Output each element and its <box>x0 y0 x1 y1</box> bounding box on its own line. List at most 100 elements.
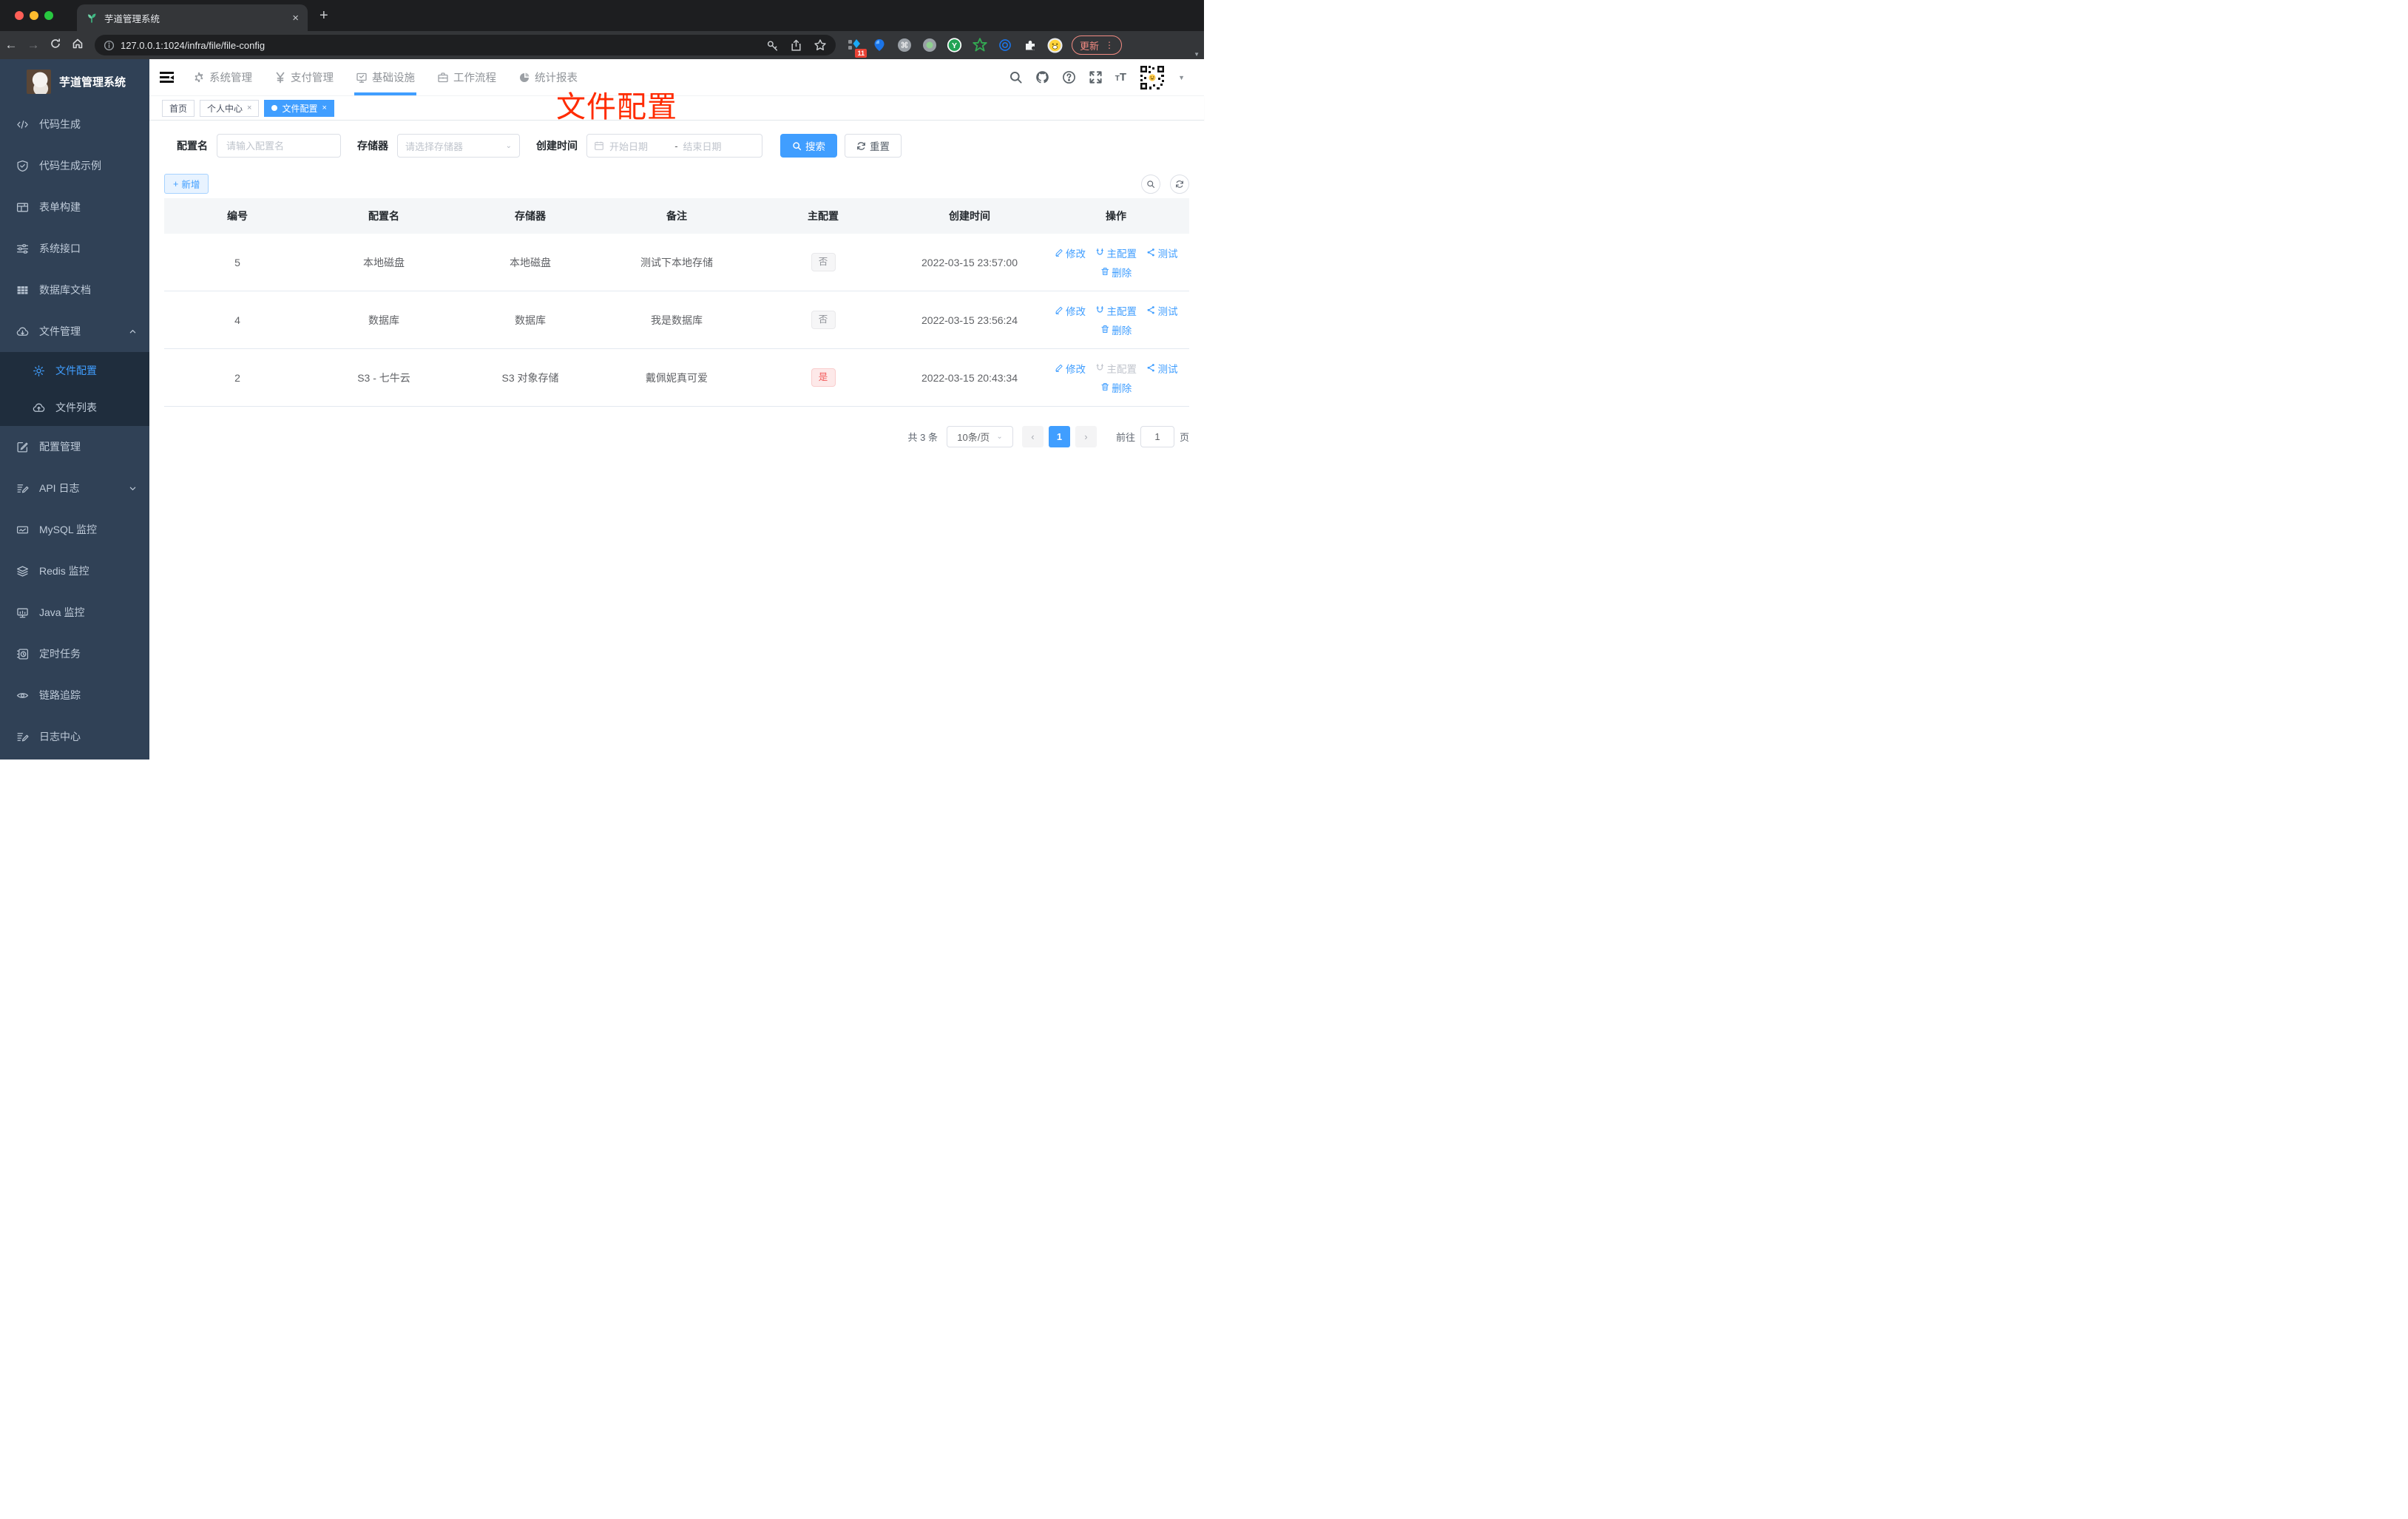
fullscreen-icon[interactable] <box>1089 70 1103 84</box>
browser-tab[interactable]: 芋道管理系统 × <box>77 4 308 31</box>
file-config-table: 编号 配置名 存储器 备注 主配置 创建时间 操作 5 本地磁盘 本地磁盘 测试… <box>164 198 1189 407</box>
nav-item-infrastructure[interactable]: 基础设施 <box>354 59 416 95</box>
sidebar-item-log-center[interactable]: 日志中心 <box>0 716 149 757</box>
add-button[interactable]: + 新增 <box>164 174 209 194</box>
master-action[interactable]: 主配置 <box>1095 361 1137 376</box>
edit-action[interactable]: 修改 <box>1055 361 1086 376</box>
bookmark-star-icon[interactable] <box>814 38 827 52</box>
new-tab-button[interactable]: + <box>319 7 328 24</box>
delete-action[interactable]: 删除 <box>1100 322 1132 337</box>
sidebar-logo[interactable]: 芋道管理系统 <box>0 59 149 104</box>
macos-window-controls[interactable] <box>15 11 53 20</box>
sidebar-item-code-gen[interactable]: 代码生成 <box>0 104 149 145</box>
browser-menu-dots-icon[interactable]: ⋮ <box>1105 41 1114 50</box>
prev-page-button[interactable]: ‹ <box>1021 426 1044 447</box>
tag-close-icon[interactable]: × <box>322 104 326 112</box>
sidebar-item-system-api[interactable]: 系统接口 <box>0 228 149 269</box>
tab-close-icon[interactable]: × <box>292 13 299 24</box>
tag-close-icon[interactable]: × <box>247 104 251 112</box>
start-date-placeholder[interactable]: 开始日期 <box>609 139 669 153</box>
sidebar-item-java-monitor[interactable]: Java 监控 <box>0 592 149 633</box>
url-text[interactable]: 127.0.0.1:1024/infra/file/file-config <box>121 40 760 51</box>
refresh-icon <box>1176 180 1183 188</box>
sidebar-item-cron-job[interactable]: 定时任务 <box>0 633 149 674</box>
page-size-select[interactable]: 10条/页 ⌄ <box>946 426 1013 447</box>
delete-action[interactable]: 删除 <box>1100 265 1132 280</box>
share-icon[interactable] <box>790 39 802 52</box>
help-icon[interactable] <box>1062 70 1076 84</box>
table-search-toggle-button[interactable] <box>1141 174 1160 194</box>
extension-balloon-icon[interactable] <box>871 38 887 53</box>
test-action[interactable]: 测试 <box>1146 361 1178 376</box>
url-bar[interactable]: 127.0.0.1:1024/infra/file/file-config <box>95 35 836 55</box>
master-action[interactable]: 主配置 <box>1095 303 1137 318</box>
sidebar-item-code-demo[interactable]: 代码生成示例 <box>0 145 149 186</box>
extension-y-icon[interactable]: Y <box>947 38 962 53</box>
password-key-icon[interactable] <box>766 39 779 52</box>
search-icon[interactable] <box>1009 70 1023 84</box>
tag-home[interactable]: 首页 <box>162 99 195 117</box>
chrome-caret-icon[interactable]: ▼ <box>1194 51 1200 58</box>
extension-collections-icon[interactable]: 11 <box>846 38 867 58</box>
end-date-placeholder[interactable]: 结束日期 <box>683 139 755 153</box>
extension-star-icon[interactable] <box>972 38 987 53</box>
sidebar-item-label: 文件配置 <box>55 365 97 376</box>
sidebar-item-config-management[interactable]: 配置管理 <box>0 426 149 467</box>
goto-page-input[interactable] <box>1140 426 1174 447</box>
collapse-sidebar-icon[interactable] <box>160 72 174 83</box>
search-button[interactable]: 搜索 <box>780 134 837 158</box>
test-action[interactable]: 测试 <box>1146 303 1178 318</box>
config-name-input[interactable] <box>217 134 341 158</box>
sidebar-item-mysql-monitor[interactable]: MySQL 监控 <box>0 509 149 550</box>
sidebar-item-redis-monitor[interactable]: Redis 监控 <box>0 550 149 592</box>
reset-button[interactable]: 重置 <box>845 134 902 158</box>
github-icon[interactable] <box>1035 70 1049 84</box>
master-action[interactable]: 主配置 <box>1095 246 1137 260</box>
sidebar-item-file-config[interactable]: 文件配置 <box>0 352 149 389</box>
extension-command-icon[interactable]: ⌘ <box>896 38 912 53</box>
edit-action[interactable]: 修改 <box>1055 246 1086 260</box>
nav-item-system[interactable]: 系统管理 <box>193 59 252 95</box>
page-1-button[interactable]: 1 <box>1048 426 1070 447</box>
date-range-picker[interactable]: 开始日期 - 结束日期 <box>586 134 762 158</box>
font-size-icon[interactable]: TT <box>1115 71 1126 84</box>
avatar-caret-icon[interactable]: ▼ <box>1178 74 1185 81</box>
avatar-qr[interactable] <box>1139 64 1166 91</box>
sidebar-item-db-doc[interactable]: 数据库文档 <box>0 269 149 311</box>
storage-select[interactable]: 请选择存储器 ⌄ <box>397 134 520 158</box>
extension-emoji-icon[interactable] <box>1047 37 1063 53</box>
minimize-window-button[interactable] <box>30 11 38 20</box>
cell-storage: 数据库 <box>515 314 546 326</box>
sidebar-item-file-management[interactable]: 文件管理 <box>0 311 149 352</box>
sidebar-item-trace[interactable]: 链路追踪 <box>0 674 149 716</box>
back-icon[interactable]: ← <box>0 38 22 53</box>
close-window-button[interactable] <box>15 11 24 20</box>
sidebar-item-form-builder[interactable]: 表单构建 <box>0 186 149 228</box>
home-icon[interactable] <box>67 38 89 53</box>
extension-puzzle-icon[interactable] <box>1022 38 1038 53</box>
extension-eye-icon[interactable] <box>997 38 1012 53</box>
extension-grey-circle-icon[interactable] <box>921 38 937 53</box>
tag-file-config[interactable]: 文件配置 × <box>264 99 334 117</box>
edit-action[interactable]: 修改 <box>1055 303 1086 318</box>
col-header-name: 配置名 <box>368 210 399 222</box>
site-info-icon[interactable] <box>104 40 115 51</box>
browser-update-button[interactable]: 更新 ⋮ <box>1072 35 1123 55</box>
maximize-window-button[interactable] <box>44 11 53 20</box>
next-page-button[interactable]: › <box>1075 426 1097 447</box>
browser-extensions: 11 ⌘ Y <box>846 37 1063 58</box>
delete-action[interactable]: 删除 <box>1100 380 1132 395</box>
share-alt-icon <box>1147 306 1154 314</box>
extension-badge: 11 <box>855 48 867 58</box>
forward-icon[interactable]: → <box>22 38 44 53</box>
test-action[interactable]: 测试 <box>1146 246 1178 260</box>
tag-profile[interactable]: 个人中心 × <box>200 99 260 117</box>
master-tag: 否 <box>811 311 836 329</box>
nav-item-payment[interactable]: 支付管理 <box>274 59 334 95</box>
nav-item-workflow[interactable]: 工作流程 <box>437 59 496 95</box>
reload-icon[interactable] <box>44 38 67 53</box>
table-refresh-button[interactable] <box>1170 174 1189 194</box>
chevron-down-icon: ⌄ <box>505 141 512 150</box>
sidebar-item-api-log[interactable]: API 日志 <box>0 467 149 509</box>
sidebar-item-file-list[interactable]: 文件列表 <box>0 389 149 426</box>
